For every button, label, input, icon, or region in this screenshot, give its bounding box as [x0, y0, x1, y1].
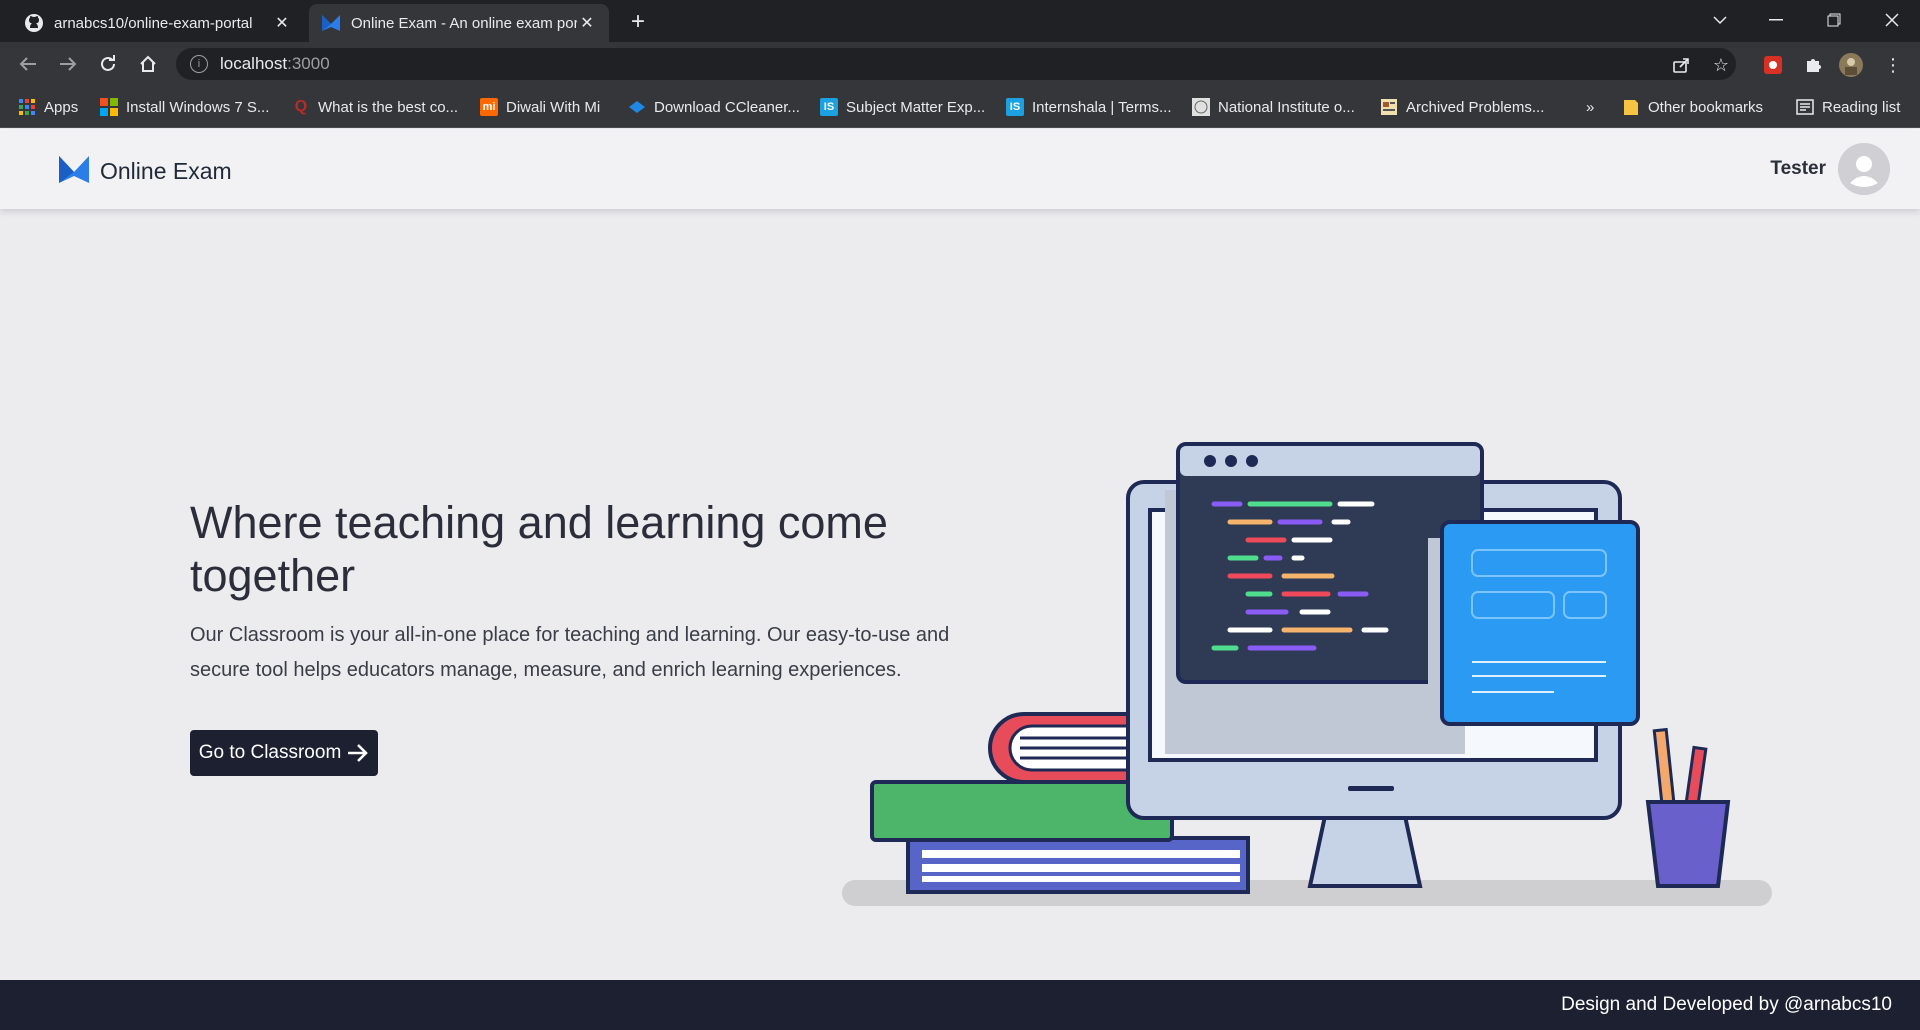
close-icon[interactable]: ✕	[272, 13, 292, 33]
close-icon[interactable]: ✕	[577, 13, 597, 33]
tab-online-exam[interactable]: Online Exam - An online exam portal ✕	[309, 4, 609, 42]
bookmark-label: What is the best co...	[318, 98, 459, 116]
bookmark-internshala-terms[interactable]: IS Internshala | Terms...	[1006, 96, 1172, 118]
more-bookmarks-icon: »	[1586, 98, 1595, 116]
tab-search-chevron-icon[interactable]	[1692, 0, 1748, 40]
site-info-icon[interactable]: i	[190, 55, 208, 73]
browser-tab-bar: arnabcs10/online-exam-portal ✕ Online Ex…	[0, 0, 1920, 42]
app-footer: Design and Developed by @arnabcs10	[0, 980, 1920, 1030]
windows-icon	[100, 98, 118, 116]
restore-button[interactable]	[1806, 0, 1862, 40]
arrow-right-icon	[347, 743, 369, 763]
online-exam-logo-icon	[58, 153, 90, 190]
home-button[interactable]	[134, 50, 162, 78]
address-host: localhost	[220, 54, 288, 73]
bookmark-other-bookmarks[interactable]: Other bookmarks	[1622, 96, 1763, 118]
nit-icon	[1192, 98, 1210, 116]
tab-title: arnabcs10/online-exam-portal	[54, 14, 253, 32]
document-card-icon	[1428, 520, 1640, 726]
hero-title: Where teaching and learning come togethe…	[190, 497, 888, 601]
bookmark-label: Download CCleaner...	[654, 98, 800, 116]
ccleaner-icon	[628, 98, 646, 116]
user-avatar-icon[interactable]	[1838, 143, 1890, 195]
bookmarks-bar: Apps Install Windows 7 S... Q What is th…	[0, 86, 1920, 128]
bookmark-label: Reading list	[1822, 98, 1901, 116]
internshala-icon: IS	[820, 98, 838, 116]
page-icon	[1380, 98, 1398, 116]
address-bar[interactable]: i localhost:3000	[176, 48, 1736, 80]
online-exam-logo-icon	[321, 13, 341, 33]
brand-link[interactable]: Online Exam	[58, 153, 232, 190]
close-window-button[interactable]	[1864, 0, 1920, 40]
bookmark-subject-matter[interactable]: IS Subject Matter Exp...	[820, 96, 985, 118]
folder-icon	[1622, 98, 1640, 116]
browser-toolbar: i localhost:3000 ☆ ⋮	[0, 42, 1920, 86]
bookmark-archived-problems[interactable]: Archived Problems...	[1380, 96, 1544, 118]
forward-button[interactable]	[54, 50, 82, 78]
extensions-puzzle-icon[interactable]	[1800, 52, 1826, 78]
bookmark-label: National Institute o...	[1218, 98, 1355, 116]
bookmark-reading-list[interactable]: Reading list	[1796, 96, 1900, 118]
bookmark-ccleaner[interactable]: Download CCleaner...	[628, 96, 800, 118]
profile-avatar[interactable]	[1838, 52, 1864, 78]
quora-icon: Q	[294, 98, 308, 115]
footer-credit: Design and Developed by @arnabcs10	[1561, 994, 1892, 1015]
internshala-icon: IS	[1006, 98, 1024, 116]
tab-title: Online Exam - An online exam portal	[351, 14, 577, 32]
bookmark-label: Other bookmarks	[1648, 98, 1764, 116]
bookmark-star-icon[interactable]: ☆	[1708, 52, 1734, 78]
reading-list-icon	[1796, 98, 1814, 116]
bookmark-label: Archived Problems...	[1406, 98, 1545, 116]
bookmark-label: Apps	[44, 98, 79, 116]
bookmark-diwali-mi[interactable]: mi Diwali With Mi	[480, 96, 600, 118]
github-icon	[24, 13, 44, 33]
app-navbar: Online Exam Tester	[0, 129, 1920, 209]
user-menu[interactable]: Tester	[1770, 143, 1890, 195]
address-port: :3000	[287, 54, 330, 73]
bookmark-install-windows[interactable]: Install Windows 7 S...	[100, 96, 269, 118]
browser-menu-icon[interactable]: ⋮	[1880, 52, 1906, 78]
hero-illustration	[840, 436, 1780, 910]
bookmark-apps[interactable]: Apps	[18, 96, 78, 118]
share-icon[interactable]	[1668, 52, 1694, 78]
bookmark-label: Install Windows 7 S...	[126, 98, 270, 116]
reload-button[interactable]	[94, 50, 122, 78]
user-name: Tester	[1770, 158, 1826, 179]
bookmark-label: Subject Matter Exp...	[846, 98, 986, 116]
back-button[interactable]	[14, 50, 42, 78]
more-bookmarks-button[interactable]: »	[1586, 96, 1594, 118]
go-to-classroom-button[interactable]: Go to Classroom	[190, 730, 378, 776]
new-tab-button[interactable]: +	[624, 8, 652, 36]
minimize-button[interactable]	[1748, 0, 1804, 40]
extension-red-icon[interactable]	[1760, 52, 1786, 78]
tab-github[interactable]: arnabcs10/online-exam-portal ✕	[12, 4, 304, 42]
bookmark-label: Diwali With Mi	[506, 98, 601, 116]
bookmark-nit[interactable]: National Institute o...	[1192, 96, 1355, 118]
brand-title: Online Exam	[100, 158, 232, 184]
pencil-cup-icon	[1645, 727, 1731, 888]
apps-grid-icon	[18, 98, 36, 116]
bookmark-label: Internshala | Terms...	[1032, 98, 1172, 116]
bookmark-quora[interactable]: Q What is the best co...	[292, 96, 458, 118]
mi-icon: mi	[480, 98, 498, 116]
cta-label: Go to Classroom	[198, 742, 342, 763]
